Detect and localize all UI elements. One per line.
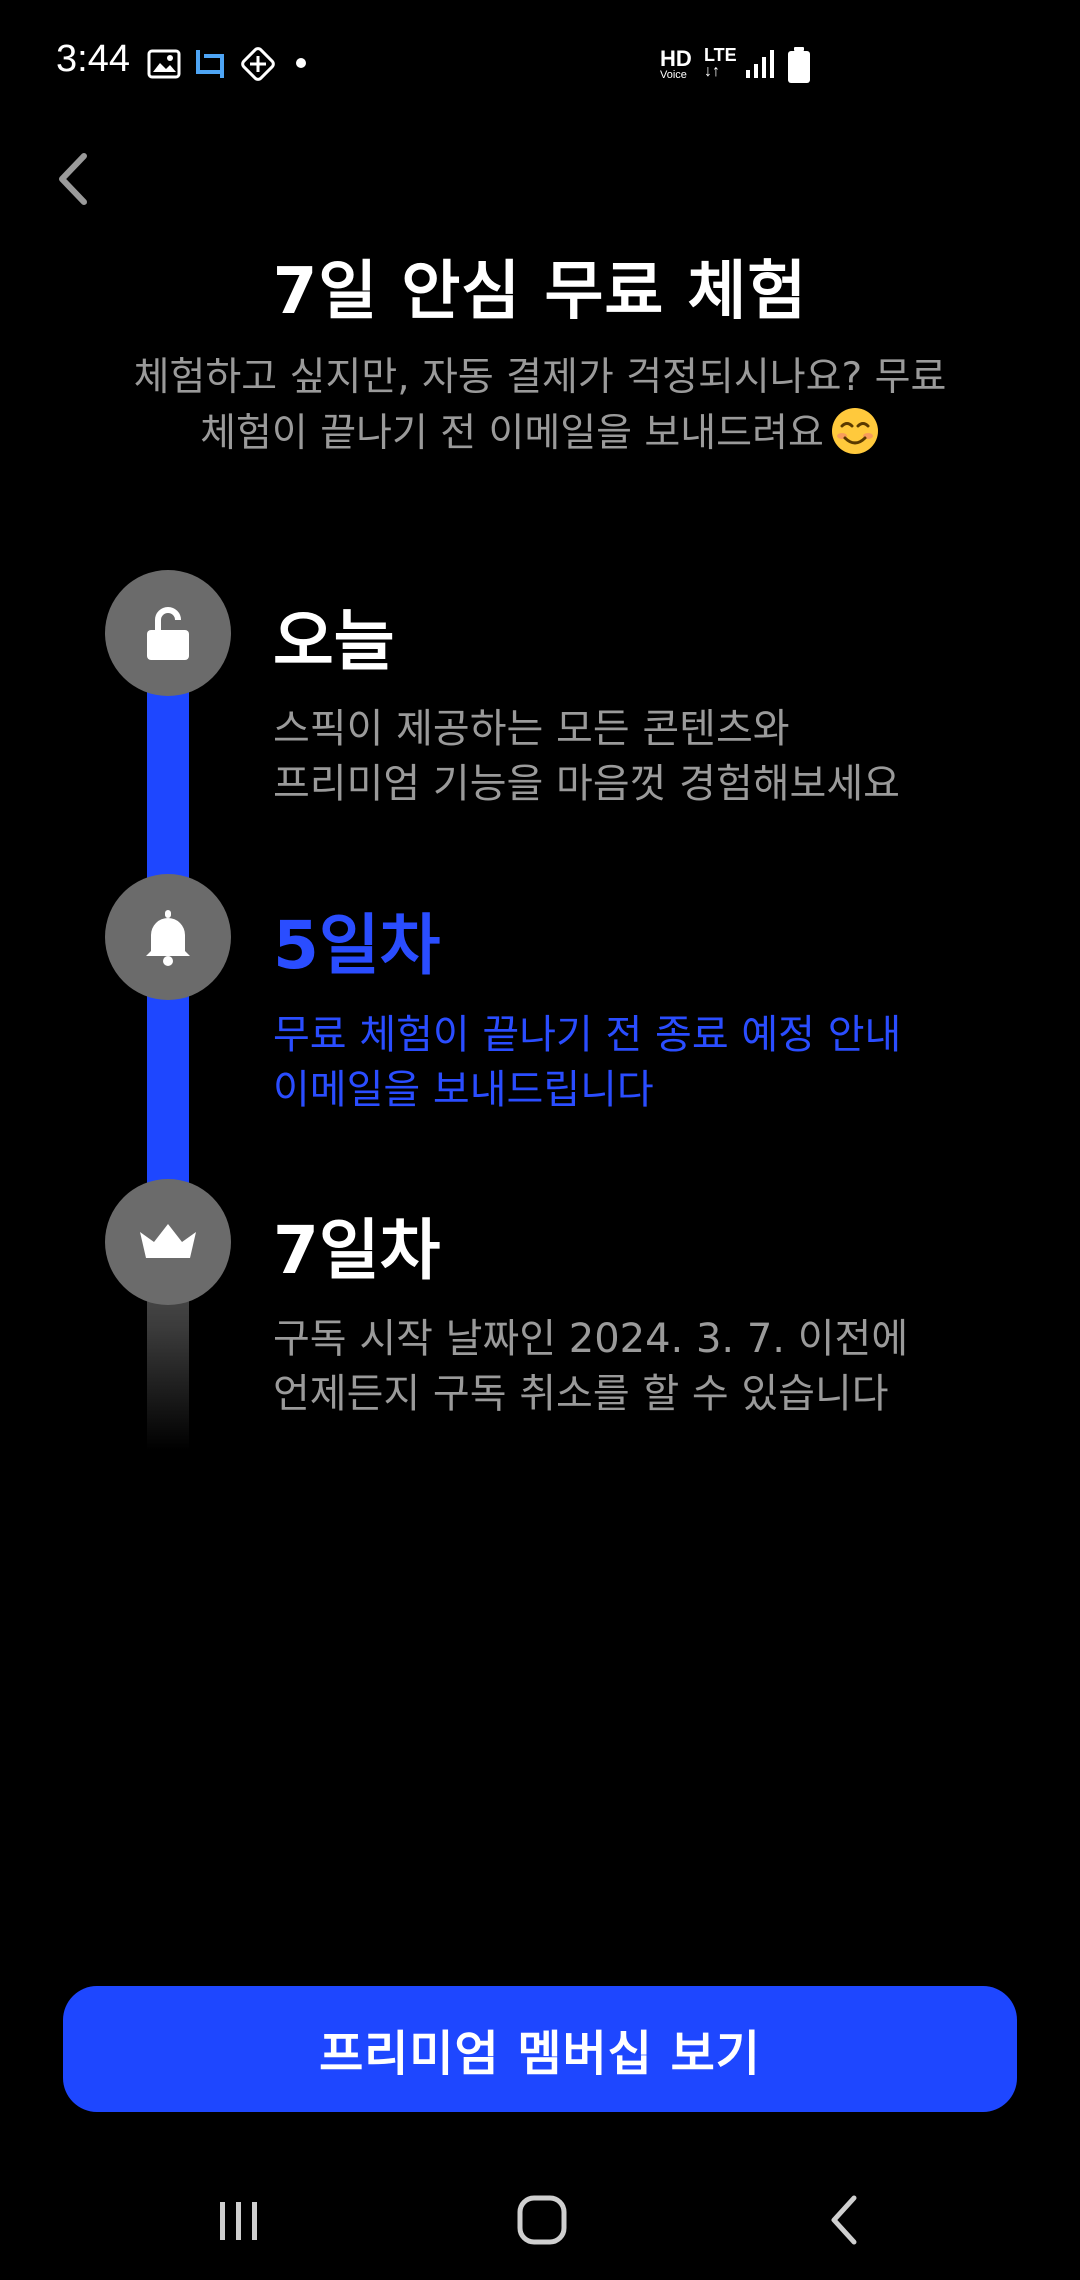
back-icon[interactable] [820, 2190, 870, 2250]
back-button[interactable] [48, 148, 100, 210]
step-day5-title: 5일차 [273, 907, 441, 984]
subtitle-line-1: 체험하고 싶지만, 자동 결제가 걱정되시나요? 무료 [133, 355, 947, 400]
status-time: 3:44 [56, 38, 130, 80]
unlock-icon [147, 607, 189, 660]
status-bar: 3:44 HD Voice LTE ↓↑ [0, 0, 1080, 130]
step-today-desc: 스픽이 제공하는 모든 콘텐츠와 프리미엄 기능을 마음껏 경험해보세요 [273, 706, 900, 807]
page-title: 7일 안심 무료 체험 [272, 255, 808, 329]
step-today-circle [105, 570, 231, 696]
notification-dot [296, 58, 306, 68]
signal-icon [746, 50, 774, 78]
screenshot-icon [196, 50, 224, 78]
gallery-icon [147, 49, 181, 79]
hd-voice-indicator: HD Voice [660, 46, 692, 81]
home-icon[interactable] [512, 2190, 572, 2250]
step-day7-desc: 구독 시작 날짜인 2024. 3. 7. 이전에 언제든지 구독 취소를 할 … [273, 1316, 909, 1417]
step-today-title: 오늘 [273, 603, 395, 680]
lte-indicator: LTE ↓↑ [704, 45, 737, 80]
bell-icon [146, 910, 190, 966]
battery-icon [788, 47, 810, 83]
page-subtitle: 체험하고 싶지만, 자동 결제가 걱정되시나요? 무료 체험이 끝나기 전 이메… [60, 350, 1020, 462]
step-day5-desc: 무료 체험이 끝나기 전 종료 예정 안내 이메일을 보내드립니다 [273, 1012, 902, 1113]
app-icon [241, 47, 275, 81]
step-day5-circle [105, 874, 231, 1000]
recents-icon[interactable] [214, 2190, 264, 2250]
crown-icon [140, 1224, 196, 1258]
subtitle-line-2: 체험이 끝나기 전 이메일을 보내드려요 [200, 411, 824, 456]
step-day7-title: 7일차 [273, 1212, 441, 1289]
step-day7-circle [105, 1179, 231, 1305]
smiling-face-emoji [831, 408, 878, 454]
premium-membership-button[interactable]: 프리미엄 멤버십 보기 [63, 1986, 1017, 2112]
